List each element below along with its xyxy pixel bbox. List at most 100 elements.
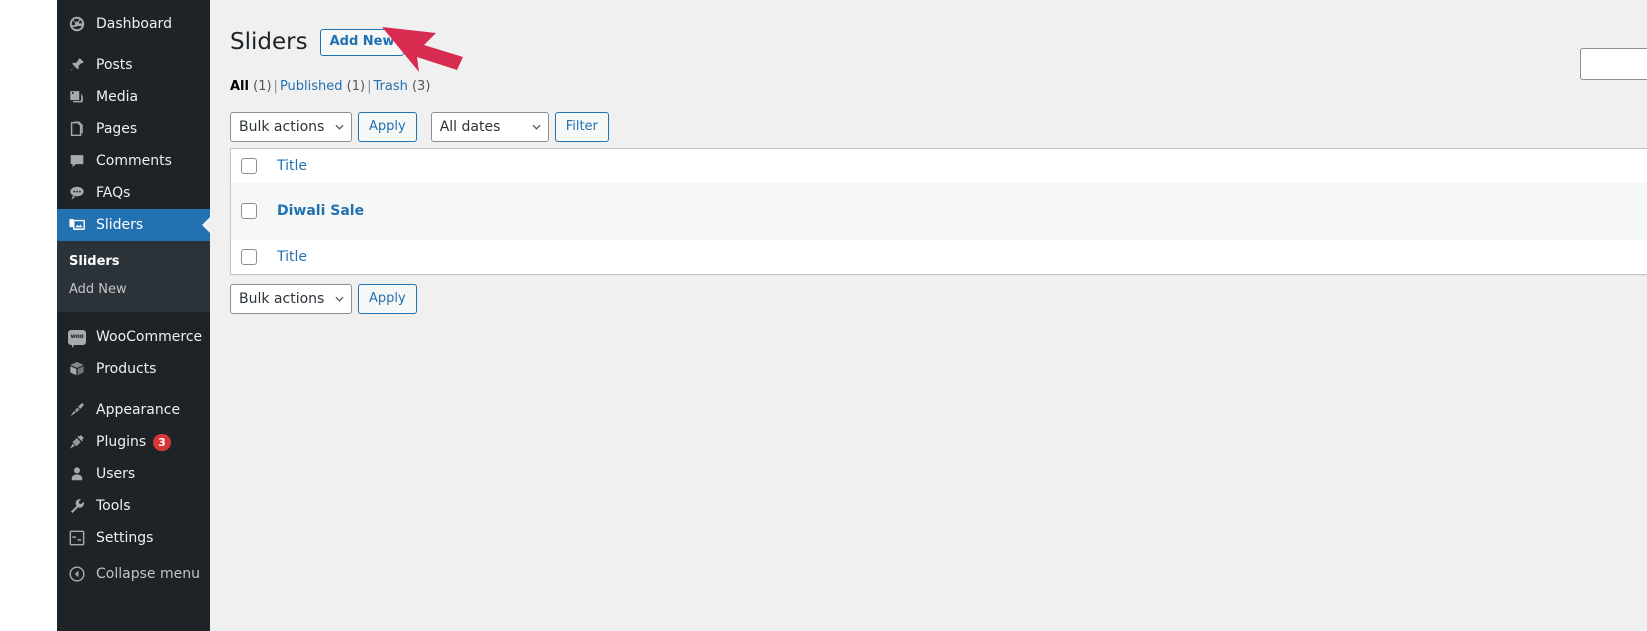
dates-select[interactable]: All dates (430, 111, 549, 142)
screen: Dashboard Posts Media Pages Comments FAQ… (0, 0, 1647, 631)
sliders-icon (67, 215, 87, 235)
view-link-all-item: All (1) | (230, 74, 280, 100)
table-footer-row: Title (231, 239, 1647, 274)
tablenav-top: Bulk actions Apply All dates Filter (230, 111, 1627, 142)
view-count-trash: (3) (411, 78, 431, 94)
main-content: Sliders Add New All (1) | Published (1) | Tr… (210, 0, 1647, 631)
sidebar-item-tools[interactable]: Tools (57, 490, 210, 522)
sidebar-item-label: Users (96, 466, 136, 483)
select-all-checkbox-bottom[interactable] (241, 248, 257, 265)
plug-icon (67, 432, 87, 452)
sidebar-item-settings[interactable]: Settings (57, 522, 210, 554)
sidebar-item-dashboard[interactable]: Dashboard (57, 8, 210, 40)
column-footer-title: Title (267, 239, 1647, 274)
search-box (1580, 48, 1647, 80)
view-count-all: (1) (253, 78, 272, 94)
sidebar-item-label: Dashboard (96, 16, 172, 32)
column-header-title: Title (267, 148, 1647, 183)
pages-icon (67, 119, 87, 139)
bulk-actions-select-bottom[interactable]: Bulk actions (230, 283, 352, 314)
sidebar-item-label: Tools (96, 498, 131, 515)
collapse-arrow-icon (67, 564, 87, 584)
paintbrush-icon (67, 400, 87, 420)
sidebar-item-users[interactable]: Users (57, 458, 210, 490)
view-link-published[interactable]: Published (280, 79, 343, 94)
left-gutter (0, 0, 57, 631)
submenu-item-sliders[interactable]: Sliders (57, 248, 210, 276)
sidebar-item-woocommerce[interactable]: woo WooCommerce (57, 321, 210, 353)
sidebar-separator (57, 40, 210, 49)
sidebar-item-appearance[interactable]: Appearance (57, 394, 210, 426)
sliders-list-table: Title Diwali Sale Title (230, 147, 1647, 275)
dates-select-wrap: All dates (430, 111, 549, 142)
row-select-cell (231, 182, 267, 240)
bulk-actions-select-wrap-bottom: Bulk actions (230, 283, 352, 314)
admin-sidebar: Dashboard Posts Media Pages Comments FAQ… (57, 0, 210, 631)
products-box-icon (67, 359, 87, 379)
apply-button-top[interactable]: Apply (358, 111, 417, 142)
select-all-checkbox-top[interactable] (241, 157, 257, 174)
filter-button[interactable]: Filter (554, 111, 609, 142)
view-link-trash-item: Trash (3) (373, 74, 430, 100)
sidebar-item-label: Media (96, 89, 139, 105)
table-row: Diwali Sale (231, 182, 1647, 240)
column-footer-title-link[interactable]: Title (277, 249, 307, 265)
sidebar-separator (57, 385, 210, 394)
sidebar-item-products[interactable]: Products (57, 353, 210, 385)
sidebar-item-pages[interactable]: Pages (57, 113, 210, 145)
row-title-link[interactable]: Diwali Sale (277, 203, 364, 219)
sidebar-item-posts[interactable]: Posts (57, 49, 210, 81)
page-title: Sliders (230, 29, 308, 55)
view-link-published-item: Published (1) | (280, 74, 374, 100)
tablenav-bottom: Bulk actions Apply (230, 283, 1627, 314)
add-new-button[interactable]: Add New (319, 28, 405, 57)
table-foot: Title (231, 239, 1647, 274)
chat-icon (67, 183, 87, 203)
sidebar-item-label: WooCommerce (96, 329, 203, 346)
select-all-footer-cell (231, 239, 267, 274)
sidebar-item-label: Pages (96, 121, 138, 137)
sidebar-item-label: Collapse menu (96, 566, 200, 583)
sidebar-item-sliders[interactable]: Sliders (57, 209, 210, 241)
search-input[interactable] (1580, 48, 1647, 80)
view-link-all[interactable]: All (230, 79, 249, 94)
sidebar-item-label: FAQs (96, 185, 131, 201)
sidebar-item-comments[interactable]: Comments (57, 145, 210, 177)
sidebar-submenu-sliders: Sliders Add New (57, 241, 210, 313)
table-body: Diwali Sale (231, 182, 1647, 240)
wrench-icon (67, 496, 87, 516)
sidebar-item-label: Posts (96, 57, 133, 73)
select-all-header-cell (231, 148, 267, 183)
column-header-title-link[interactable]: Title (277, 158, 307, 174)
view-filter-links: All (1) | Published (1) | Trash (3) (230, 74, 1627, 100)
sidebar-item-label: Products (96, 361, 157, 378)
table-head: Title (231, 148, 1647, 183)
row-title-cell: Diwali Sale (267, 182, 1647, 240)
pin-icon (67, 55, 87, 75)
sidebar-item-faqs[interactable]: FAQs (57, 177, 210, 209)
dashboard-icon (67, 14, 87, 34)
sidebar-separator (57, 312, 210, 321)
row-checkbox[interactable] (241, 203, 257, 220)
page-wrap: Sliders Add New All (1) | Published (1) | Tr… (210, 0, 1647, 314)
sliders-settings-icon (67, 528, 87, 548)
sidebar-item-collapse-menu[interactable]: Collapse menu (57, 558, 210, 590)
sidebar-item-label: Plugins (96, 434, 147, 451)
sidebar-item-label: Sliders (96, 217, 144, 233)
apply-button-bottom[interactable]: Apply (358, 283, 417, 314)
sidebar-item-label: Comments (96, 153, 172, 169)
sidebar-item-label: Appearance (96, 402, 181, 419)
submenu-item-add-new[interactable]: Add New (57, 276, 210, 304)
comments-icon (67, 151, 87, 171)
bulk-actions-select[interactable]: Bulk actions (230, 111, 352, 142)
view-separator: | (273, 78, 278, 94)
sidebar-item-plugins[interactable]: Plugins 3 (57, 426, 210, 458)
view-count-published: (1) (346, 78, 366, 94)
bulk-actions-select-wrap: Bulk actions (230, 111, 352, 142)
sidebar-item-media[interactable]: Media (57, 81, 210, 113)
view-link-trash[interactable]: Trash (373, 79, 407, 94)
media-icon (67, 87, 87, 107)
plugins-update-badge: 3 (153, 433, 171, 451)
sidebar-item-label: Settings (96, 530, 154, 547)
woocommerce-icon: woo (67, 327, 87, 348)
